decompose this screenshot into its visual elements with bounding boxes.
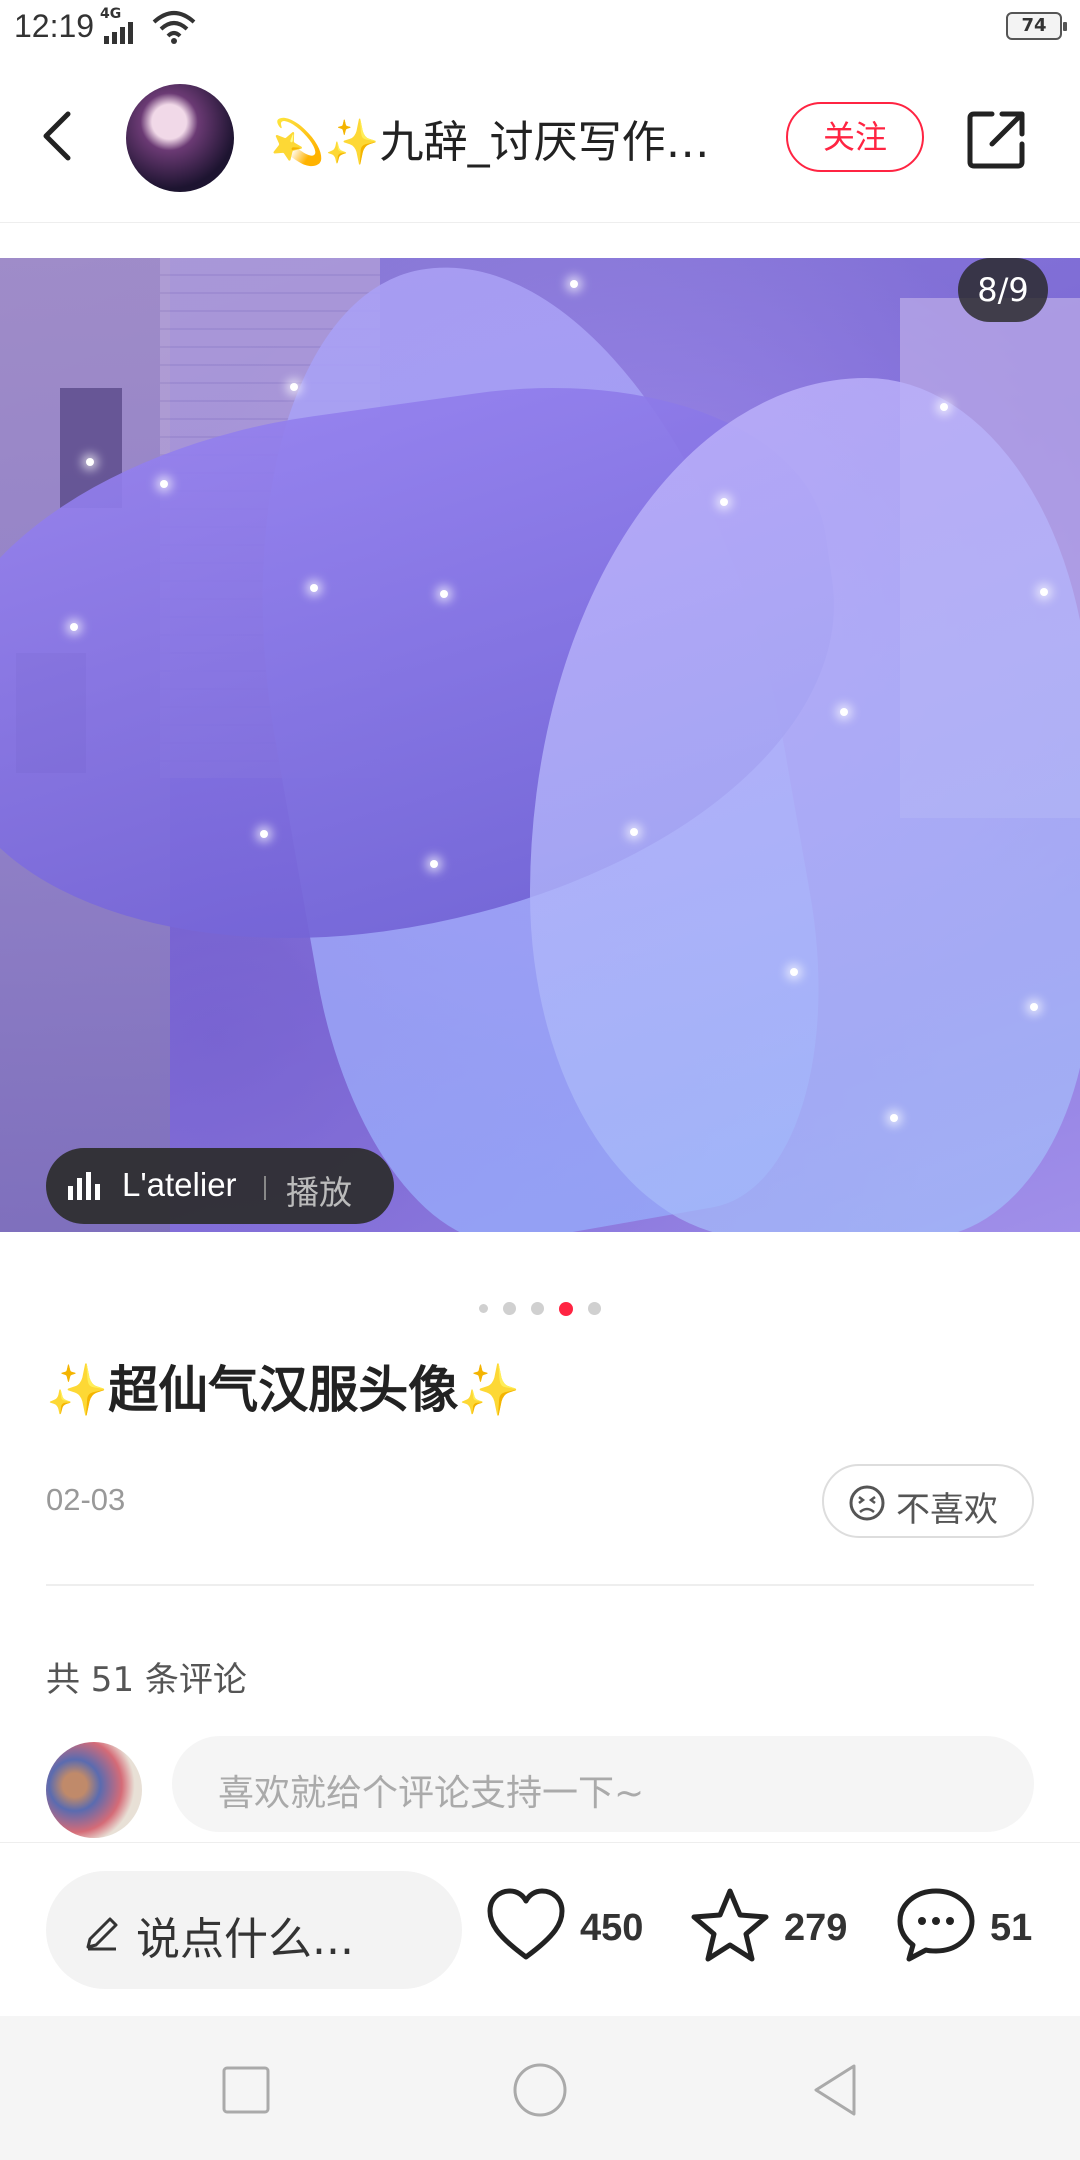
share-icon (967, 111, 1025, 169)
music-separator (264, 1176, 266, 1200)
wifi-icon (152, 11, 196, 44)
sparkle (720, 498, 728, 506)
music-title: L'atelier (122, 1166, 237, 1203)
collect-button[interactable]: 279 (690, 1883, 860, 1973)
home-button[interactable] (510, 2060, 570, 2120)
circle-icon (513, 2063, 567, 2117)
sparkle (890, 1114, 898, 1122)
status-bar: 12:19 4G 74 (0, 0, 1080, 56)
back-button[interactable] (30, 106, 90, 166)
sparkle (70, 623, 78, 631)
dislike-button[interactable]: 不喜欢 (822, 1464, 1034, 1538)
star-icon (691, 1888, 769, 1962)
sparkle-emoji: ✨ (46, 1361, 109, 1419)
sparkle (1040, 588, 1048, 596)
carousel-dot (531, 1302, 544, 1315)
comment-count: 共 51 条评论 (46, 1660, 247, 1700)
status-time: 12:19 (14, 8, 95, 44)
sad-face-icon (849, 1485, 885, 1521)
sparkle (630, 828, 638, 836)
comment-input[interactable]: 喜欢就给个评论支持一下~ (172, 1736, 1034, 1832)
carousel-dot (478, 1304, 488, 1313)
system-nav-bar (0, 2016, 1080, 2160)
follow-button[interactable]: 关注 (786, 102, 924, 172)
carousel-dot (502, 1302, 516, 1315)
sparkle-emoji: ✨ (458, 1361, 521, 1419)
heart-icon (487, 1888, 565, 1960)
music-play-label: 播放 (286, 1173, 352, 1212)
comment-count-badge: 51 (990, 1907, 1033, 1949)
chevron-left-icon (43, 111, 71, 161)
share-button[interactable] (962, 104, 1032, 174)
divider (46, 1584, 1034, 1586)
sparkle (570, 280, 578, 288)
chat-bubble-icon (897, 1888, 975, 1962)
sparkle (430, 860, 438, 868)
sparkle (1030, 1003, 1038, 1011)
recent-apps-button[interactable] (216, 2060, 276, 2120)
carousel-dot (588, 1302, 602, 1315)
sparkle (940, 403, 948, 411)
post-date: 02-03 (46, 1482, 126, 1517)
post-image[interactable]: 8/9 L'atelier 播放 (0, 258, 1080, 1232)
sparkle (840, 708, 848, 716)
carousel-dot-active (559, 1301, 574, 1316)
post-title-text: 超仙气汉服头像 (108, 1361, 459, 1419)
like-count: 450 (580, 1907, 644, 1949)
background-music-pill[interactable]: L'atelier 播放 (46, 1148, 394, 1224)
audio-bars-icon (68, 1172, 100, 1200)
post-title: ✨超仙气汉服头像✨ (46, 1350, 521, 1422)
say-something-input[interactable]: 说点什么... (46, 1871, 462, 1989)
sparkle (290, 383, 298, 391)
sparkle (440, 590, 448, 598)
network-indicator: 4G (100, 6, 122, 22)
sparkle (160, 480, 168, 488)
comment-button[interactable]: 51 (896, 1883, 1046, 1973)
square-icon (222, 2066, 270, 2114)
comment-input-placeholder: 喜欢就给个评论支持一下~ (218, 1773, 645, 1814)
say-something-placeholder: 说点什么... (136, 1914, 354, 1965)
collect-count: 279 (784, 1907, 848, 1949)
like-button[interactable]: 450 (486, 1883, 656, 1973)
post-header: 💫✨九辞_讨厌写作… 关注 (0, 56, 1080, 223)
dislike-label: 不喜欢 (896, 1490, 998, 1530)
carousel-dots (0, 1298, 1080, 1318)
sparkle (790, 968, 798, 976)
sparkle (260, 830, 268, 838)
back-nav-button[interactable] (806, 2060, 866, 2120)
bottom-action-bar: 说点什么... 450 279 51 (0, 1842, 1080, 2017)
sparkle (86, 458, 94, 466)
author-name[interactable]: 💫✨九辞_讨厌写作… (270, 106, 730, 170)
signal-icon (104, 22, 133, 44)
sparkle (310, 584, 318, 592)
author-avatar[interactable] (126, 84, 234, 192)
current-user-avatar (46, 1742, 142, 1838)
image-page-indicator: 8/9 (958, 258, 1048, 322)
battery-indicator: 74 (1006, 12, 1067, 40)
pencil-icon (86, 1917, 118, 1951)
triangle-back-icon (814, 2064, 856, 2116)
